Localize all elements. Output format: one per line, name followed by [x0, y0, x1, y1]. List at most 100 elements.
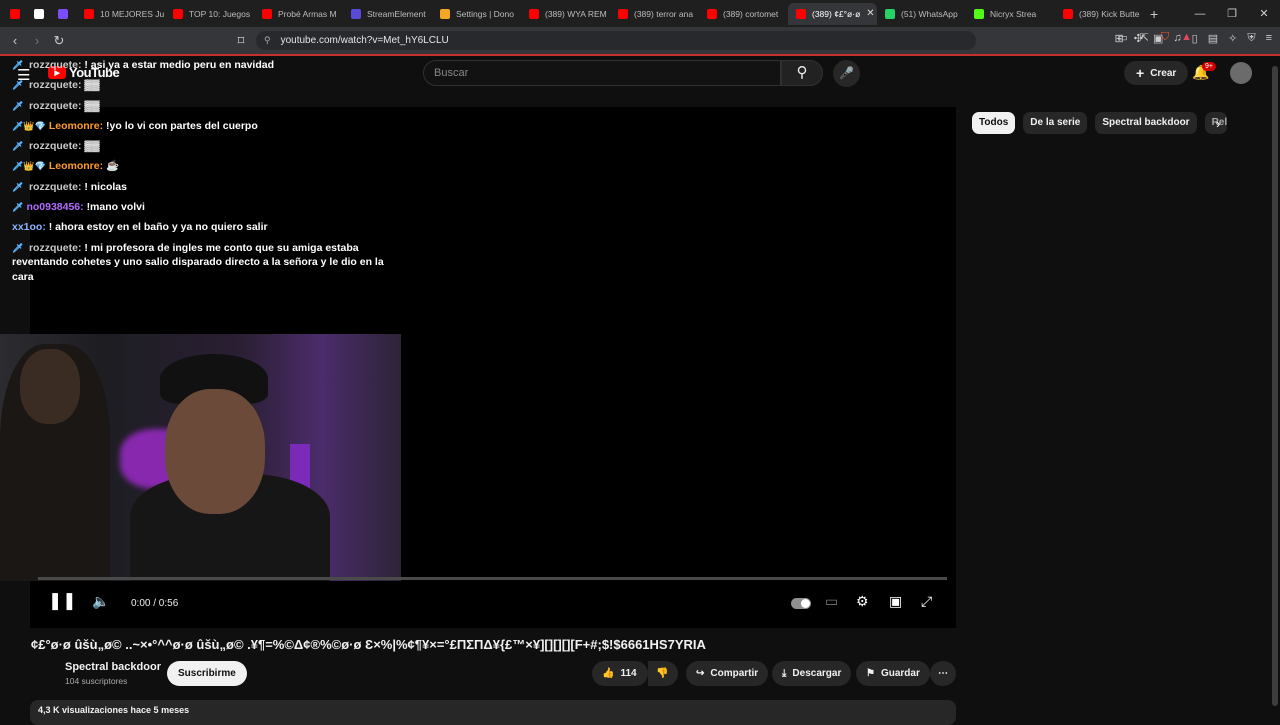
browser-tab[interactable]: (389) ¢£°ø·ø ✕: [788, 2, 877, 25]
translate-icon[interactable]: ⊞: [1115, 32, 1124, 45]
music-icon[interactable]: ♫: [1173, 32, 1181, 45]
volume-icon[interactable]: 🔈: [92, 593, 109, 610]
bookmark-icon[interactable]: ⌑: [230, 33, 252, 49]
avatar[interactable]: [1230, 62, 1252, 84]
tab-favicon-icon: [84, 8, 94, 19]
browser-tab[interactable]: (389) WYA REM: [521, 3, 610, 25]
browser-tab[interactable]: TOP 10: Juegos: [165, 3, 254, 25]
search-input[interactable]: Buscar: [423, 60, 781, 86]
chat-badge-icons: 🗡: [12, 80, 26, 91]
page-scrollbar[interactable]: [1270, 56, 1280, 720]
tab-favicon-icon: [618, 8, 628, 19]
subscribe-button[interactable]: Suscribirme: [167, 661, 247, 686]
chat-text: ! nicolas: [84, 180, 127, 193]
tab-favicon-icon: [796, 8, 806, 19]
download-button[interactable]: ⤓ Descargar: [772, 661, 852, 686]
tab-title: (389) WYA REM: [545, 8, 607, 19]
tab-title: Settings | Dono: [456, 8, 514, 19]
close-window-icon[interactable]: ✕: [1248, 7, 1280, 20]
back-icon[interactable]: ‹: [4, 33, 26, 48]
url-field[interactable]: ⚲ youtube.com/watch?v=Met_hY6LCLU: [256, 31, 976, 50]
screenshot-icon[interactable]: ▣: [1153, 32, 1163, 45]
tab-title: (389) Kick Butte: [1079, 8, 1140, 19]
channel-name[interactable]: Spectral backdoor: [65, 661, 161, 673]
filter-chip[interactable]: De la serie: [1023, 112, 1088, 134]
tab-title: TOP 10: Juegos: [189, 8, 251, 19]
create-button[interactable]: + Crear: [1124, 61, 1189, 85]
browser-tab[interactable]: (389) Kick Butte: [1055, 3, 1144, 25]
tab-favicon-icon: [974, 8, 984, 19]
browser-tab[interactable]: Probé Armas M: [254, 3, 343, 25]
puzzle-icon[interactable]: ✣: [1134, 32, 1143, 45]
close-tab-icon[interactable]: ✕: [866, 8, 874, 19]
tab-favicon-icon: [173, 8, 183, 19]
chat-badge-icons: 🗡: [12, 60, 26, 70]
browser-tab[interactable]: [4, 3, 28, 25]
chat-badge-icons: 🗡: [12, 141, 26, 152]
browser-tab[interactable]: 10 MEJORES Ju: [76, 3, 165, 25]
chat-username: rozzquete:: [28, 59, 82, 71]
chat-text: ! asi ya a estar medio peru en navidad: [84, 59, 275, 71]
site-info-icon[interactable]: ⚲: [264, 35, 271, 46]
video-progress-bar[interactable]: [38, 577, 947, 580]
plus-icon: +: [1136, 65, 1145, 81]
share-button[interactable]: ↪ Compartir: [686, 661, 769, 686]
browser-tab[interactable]: Nicryx Strea: [966, 3, 1055, 25]
microphone-icon[interactable]: 🎤: [833, 60, 860, 87]
tab-title: Nicryx Strea: [990, 8, 1037, 19]
pause-icon[interactable]: ❚❚: [48, 591, 77, 611]
chat-message: 🗡 rozzquete: ! nicolas: [12, 180, 392, 195]
stream-chat-overlay: 🗡 rozzquete: ! asi ya a estar medio peru…: [12, 58, 392, 290]
new-tab-icon[interactable]: +: [1150, 6, 1158, 22]
description-box[interactable]: 4,3 K visualizaciones hace 5 meses: [30, 700, 956, 725]
restore-icon[interactable]: ❐: [1216, 7, 1248, 20]
settings-gear-icon[interactable]: ⚙: [856, 593, 869, 610]
tab-favicon-icon: [529, 8, 539, 19]
fullscreen-icon[interactable]: ⤢: [921, 593, 932, 610]
chevron-right-icon[interactable]: ›: [1216, 116, 1220, 131]
like-button[interactable]: 👍 114: [592, 661, 648, 686]
filter-chip[interactable]: Spectral backdoor: [1095, 112, 1197, 134]
reload-icon[interactable]: ↻: [48, 33, 70, 49]
browser-tab[interactable]: [28, 3, 52, 25]
wallet-icon[interactable]: ▤: [1208, 32, 1218, 45]
theater-mode-icon[interactable]: ▣: [889, 593, 902, 610]
browser-tab[interactable]: (51) WhatsApp: [877, 3, 966, 25]
chat-message: 🗡 no0938456: !mano volvi: [12, 200, 392, 215]
browser-tab[interactable]: StreamElement: [343, 3, 432, 25]
captions-icon[interactable]: ▭: [825, 593, 838, 610]
save-button[interactable]: ⚑ Guardar: [856, 661, 930, 686]
menu-dots-icon[interactable]: ≡: [1266, 32, 1272, 45]
video-time: 0:00 / 0:56: [131, 598, 179, 609]
browser-tab[interactable]: Settings | Dono: [432, 3, 521, 25]
browser-tab[interactable]: (389) cortomet: [699, 3, 788, 25]
tab-favicon-icon: [440, 8, 450, 19]
chat-username: no0938456:: [26, 201, 84, 214]
chat-username: rozzquete:: [28, 99, 82, 112]
chat-username: xx1oo:: [12, 221, 46, 234]
sidebar-icon[interactable]: ▯: [1192, 32, 1198, 45]
chat-text: ☕: [106, 160, 120, 173]
forward-icon[interactable]: ›: [26, 33, 48, 48]
autoplay-toggle[interactable]: [791, 598, 811, 609]
download-icon: ⤓: [782, 668, 787, 679]
vpn-icon[interactable]: ⛨: [1247, 32, 1255, 45]
related-filter-chips: Todos De la serie Spectral backdoor Rel: [972, 112, 1227, 134]
chat-username: rozzquete:: [28, 180, 82, 193]
filter-chip[interactable]: Todos: [972, 112, 1016, 134]
more-actions-button[interactable]: ⋯: [930, 661, 956, 686]
player-controls: ❚❚ 🔈 0:00 / 0:56 ▭ ⚙ ▣ ⤢: [30, 590, 956, 618]
search-icon[interactable]: ⚲: [781, 60, 823, 86]
dislike-button[interactable]: 👎: [648, 661, 678, 686]
browser-tab[interactable]: [52, 3, 76, 25]
browser-tab[interactable]: (389) terror ana: [610, 3, 699, 25]
tab-favicon-icon: [58, 8, 68, 19]
minimize-icon[interactable]: —: [1184, 8, 1216, 20]
leo-icon[interactable]: ✧: [1228, 32, 1237, 45]
views-and-date: 4,3 K visualizaciones hace 5 meses: [38, 705, 190, 715]
chat-text: ! ahora estoy en el baño y ya no quiero …: [48, 221, 268, 234]
tab-title: (389) ¢£°ø·ø: [812, 8, 861, 19]
chat-badge-icons: 🗡👑💎: [12, 120, 46, 131]
url-text: youtube.com/watch?v=Met_hY6LCLU: [280, 35, 449, 46]
tab-title: (389) cortomet: [723, 8, 779, 19]
